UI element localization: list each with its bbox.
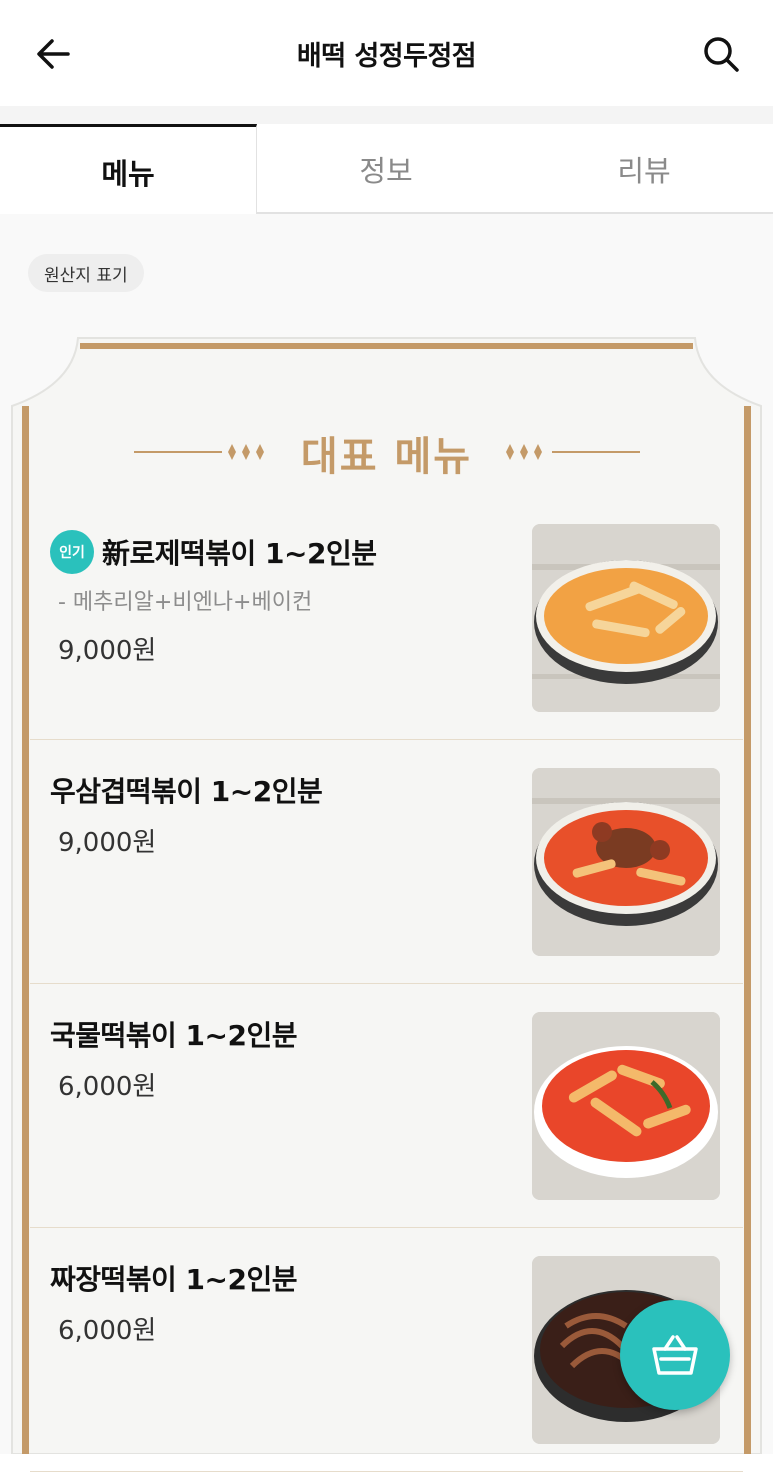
- menu-item-rose[interactable]: 인기 新로제떡볶이 1~2인분 - 메추리알+비엔나+베이컨 9,000원: [30, 502, 743, 740]
- tab-bar: 메뉴 정보 리뷰: [0, 124, 773, 216]
- menu-item-name: 우삼겹떡볶이 1~2인분: [50, 775, 323, 808]
- rose-tteokbokki-image: [532, 524, 720, 712]
- menu-item-soup[interactable]: 국물떡볶이 1~2인분 6,000원: [30, 984, 743, 1228]
- app-header: 배떡 성정두정점: [0, 0, 773, 106]
- menu-item-price: 6,000원: [58, 1072, 157, 1102]
- header-divider: [0, 106, 773, 124]
- popular-badge: 인기: [50, 530, 94, 574]
- menu-item-beef[interactable]: 우삼겹떡볶이 1~2인분 9,000원: [30, 740, 743, 984]
- tab-menu[interactable]: 메뉴: [0, 124, 257, 216]
- menu-item-name: 짜장떡볶이 1~2인분: [50, 1263, 298, 1296]
- cart-button[interactable]: [620, 1300, 730, 1410]
- menu-name-row: 국물떡볶이 1~2인분: [50, 1014, 298, 1054]
- search-button[interactable]: [697, 30, 745, 78]
- menu-item-price: 9,000원: [58, 828, 157, 858]
- menu-item-description: - 메추리알+비엔나+베이컨: [58, 590, 313, 615]
- search-icon: [704, 37, 739, 72]
- menu-item-price: 6,000원: [58, 1316, 157, 1346]
- menu-name-row: 인기 新로제떡볶이 1~2인분: [50, 530, 377, 574]
- menu-item-price: 9,000원: [58, 636, 157, 666]
- menu-item-name: 국물떡볶이 1~2인분: [50, 1019, 298, 1052]
- basket-icon: [652, 1335, 698, 1375]
- tab-info[interactable]: 정보: [257, 124, 515, 214]
- store-title: 배떡 성정두정점: [296, 41, 477, 72]
- soup-tteokbokki-image: [532, 1012, 720, 1200]
- signature-menu-heading: 대표 메뉴: [300, 434, 473, 480]
- menu-content: 원산지 표기 대표 메뉴 인기 新로제떡볶이 1~2인분 - 메추리알+비엔나+…: [0, 214, 773, 1472]
- menu-name-row: 짜장떡볶이 1~2인분: [50, 1258, 298, 1298]
- beef-tteokbokki-image: [532, 768, 720, 956]
- menu-name-row: 우삼겹떡볶이 1~2인분: [50, 770, 323, 810]
- tab-reviews[interactable]: 리뷰: [515, 124, 773, 214]
- origin-label-chip[interactable]: 원산지 표기: [28, 254, 144, 292]
- menu-item-name: 新로제떡볶이 1~2인분: [102, 537, 377, 570]
